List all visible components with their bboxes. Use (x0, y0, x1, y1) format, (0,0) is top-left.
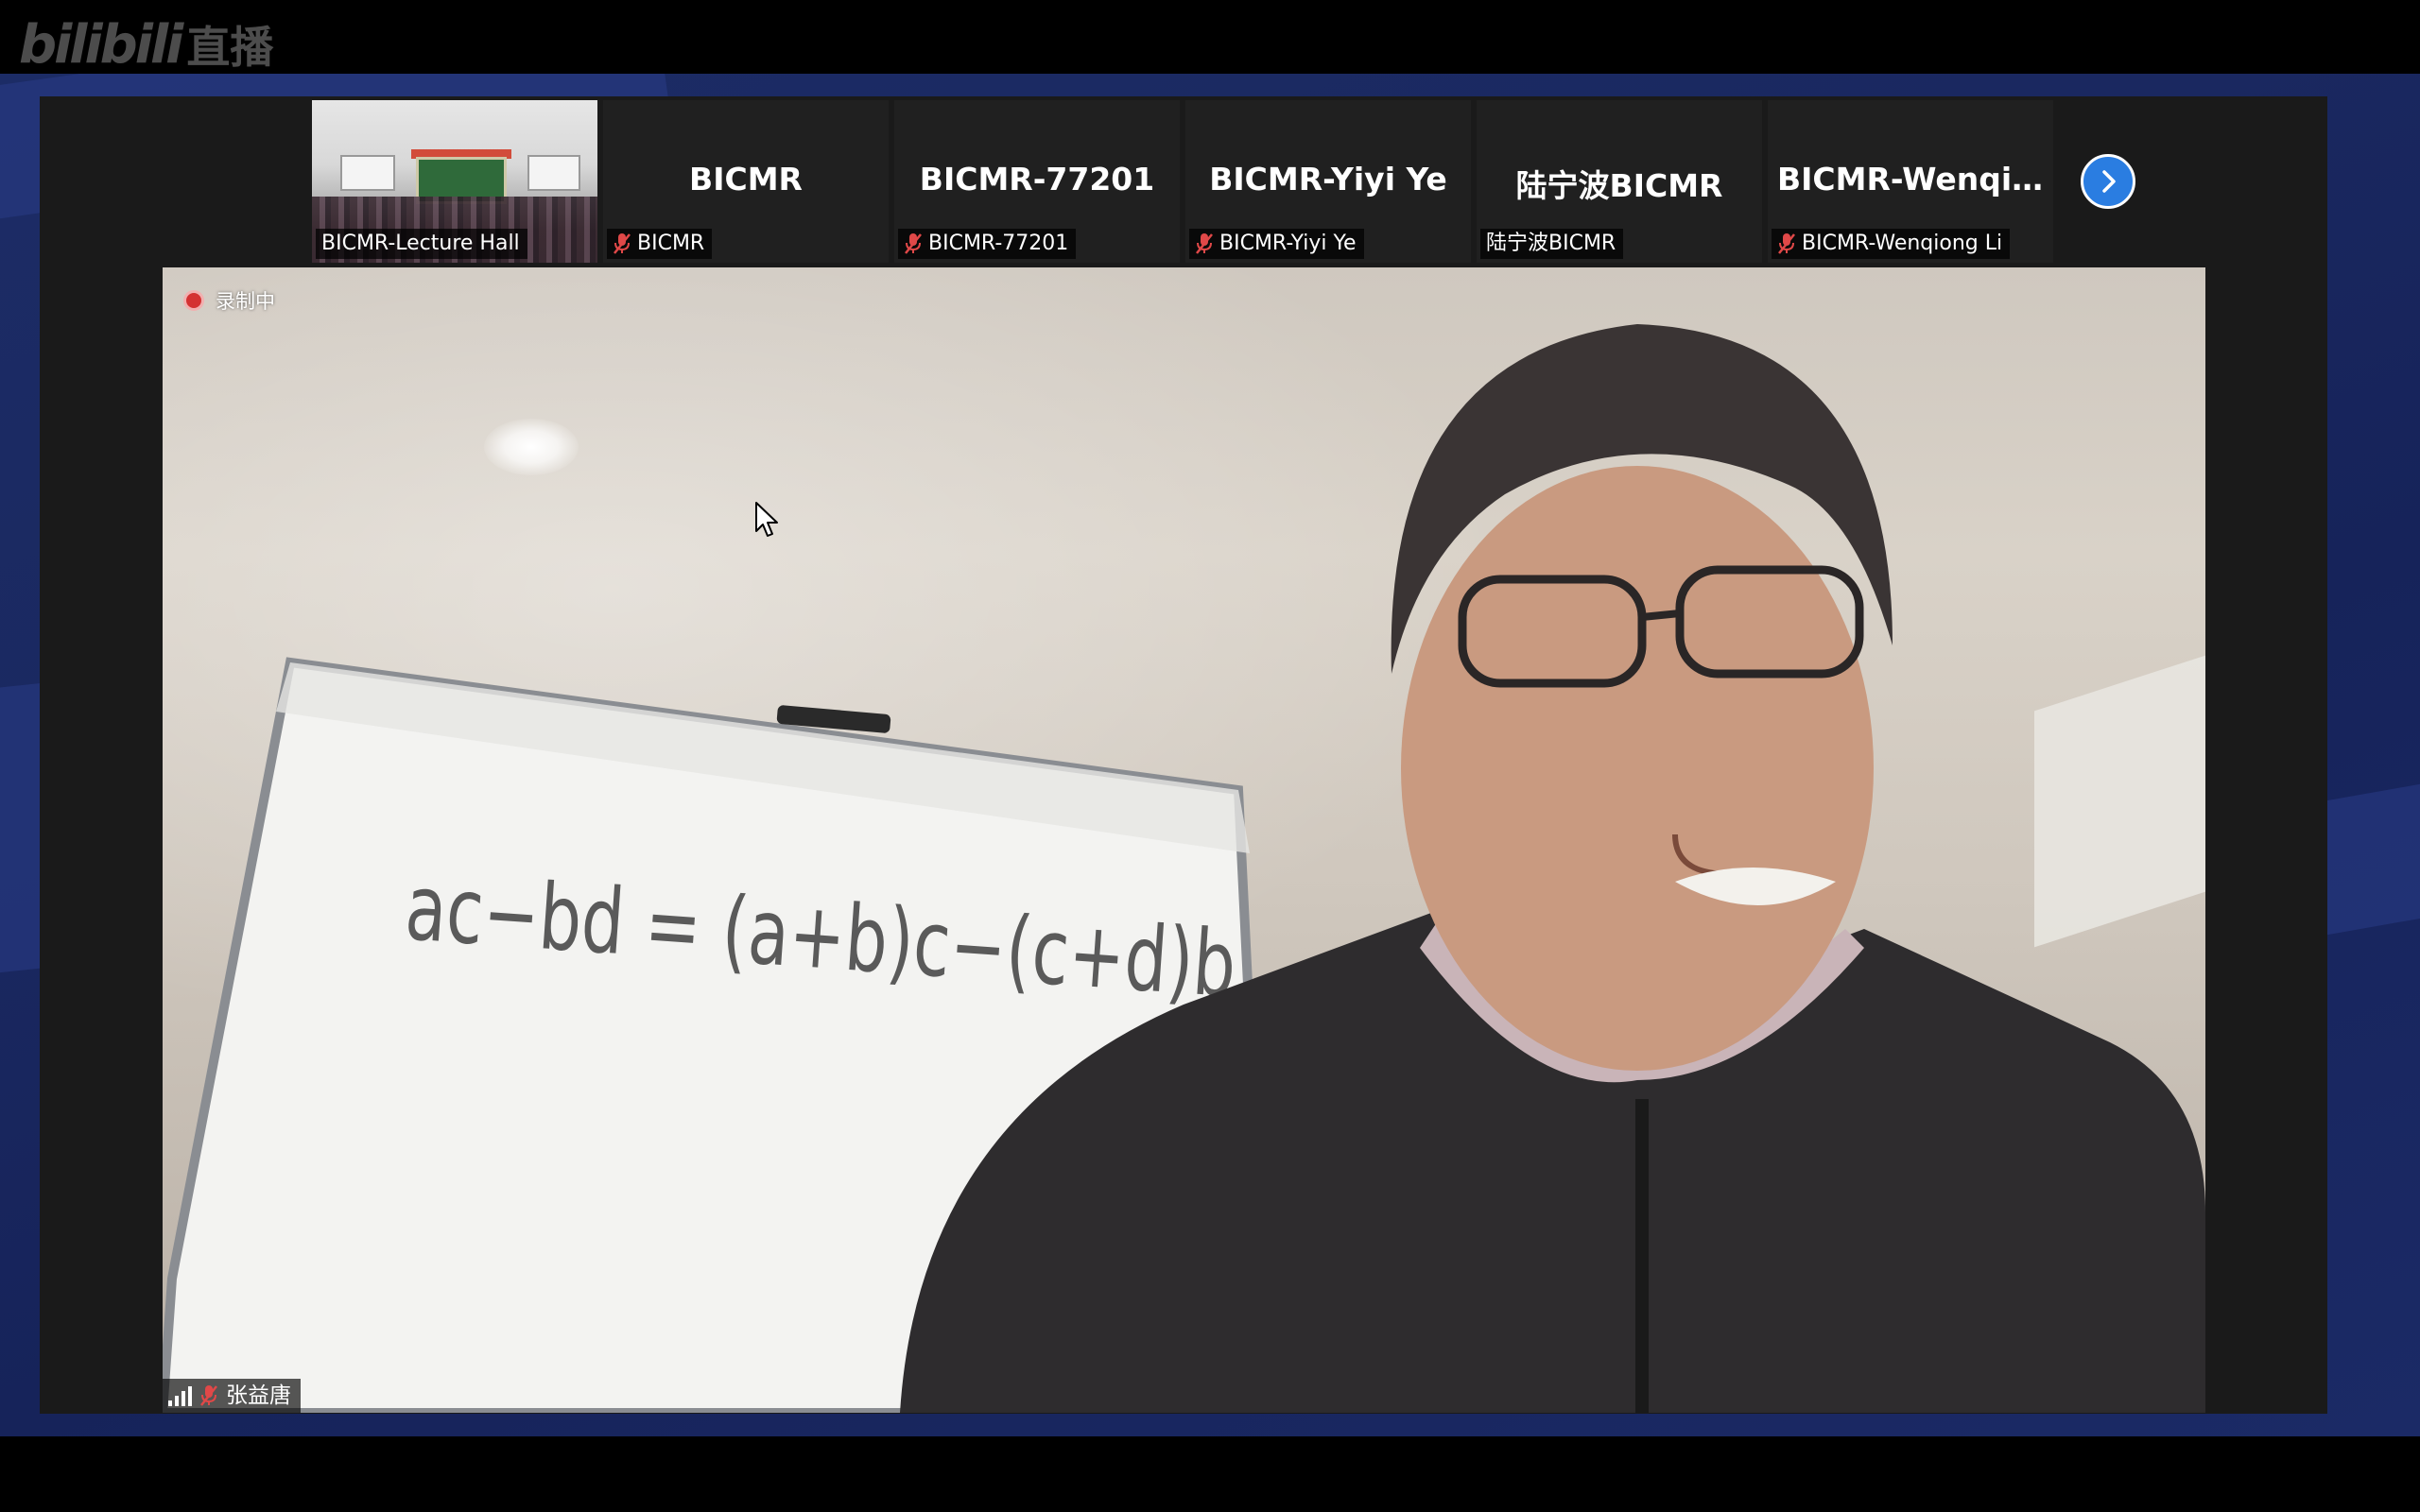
recording-text: 录制中 (216, 290, 275, 313)
participant-tile-lu-ningbo[interactable]: 陆宁波BICMR 陆宁波BICMR (1477, 100, 1762, 263)
participant-name: BICMR-77201 (919, 161, 1155, 198)
participant-label-text: 陆宁波BICMR (1486, 232, 1616, 255)
chevron-right-icon (2102, 170, 2116, 193)
participant-label: BICMR-Yiyi Ye (1189, 229, 1364, 259)
video-scene: ac−bd = (a+b)c−(c+d)b (163, 324, 2205, 1413)
watermark-suffix: 直播 (186, 22, 274, 73)
participant-label: BICMR-77201 (898, 229, 1077, 259)
active-speaker-video: ac−bd = (a+b)c−(c+d)b 录制中 张益唐 (163, 267, 2205, 1413)
participant-label-text: BICMR-77201 (928, 232, 1069, 255)
bilibili-live-watermark: bilibili 直播 (19, 17, 273, 74)
participant-tile-bicmr[interactable]: BICMR BICMR (603, 100, 889, 263)
participant-name: BICMR (689, 161, 803, 198)
participant-label: BICMR-Lecture Hall (316, 229, 527, 259)
recording-indicator: 录制中 (183, 286, 275, 315)
participant-label-text: BICMR-Lecture Hall (321, 232, 520, 255)
gallery-next-button[interactable] (2081, 154, 2135, 209)
participant-label: 陆宁波BICMR (1480, 229, 1624, 259)
signal-strength-icon (168, 1385, 192, 1406)
mic-muted-icon (200, 1385, 217, 1406)
mic-muted-icon (905, 233, 922, 254)
speaker-label: 张益唐 (163, 1379, 301, 1413)
mic-muted-icon (1196, 233, 1213, 254)
speaker-name: 张益唐 (226, 1383, 291, 1408)
recording-dot-icon (183, 290, 204, 311)
participant-label-text: BICMR (637, 232, 705, 255)
bottom-bar (0, 1436, 2420, 1512)
participant-tile-bicmr-77201[interactable]: BICMR-77201 BICMR-77201 (894, 100, 1180, 263)
participant-label: BICMR-Wenqiong Li (1772, 229, 2011, 259)
participant-name: BICMR-Wenqio... (1777, 161, 2053, 198)
participant-label: BICMR (607, 229, 713, 259)
mouse-cursor-icon (755, 502, 778, 537)
watermark-brand: bilibili (19, 14, 183, 76)
participant-gallery: BICMR-Lecture Hall BICMR BICMR BICMR-772… (312, 100, 2053, 263)
top-bar: bilibili 直播 (0, 0, 2420, 74)
mic-muted-icon (1778, 233, 1795, 254)
participant-label-text: BICMR-Wenqiong Li (1802, 232, 2003, 255)
participant-name: BICMR-Yiyi Ye (1209, 161, 1447, 198)
participant-tile-yiyi-ye[interactable]: BICMR-Yiyi Ye BICMR-Yiyi Ye (1185, 100, 1471, 263)
participant-label-text: BICMR-Yiyi Ye (1219, 232, 1357, 255)
speaker-head (1401, 466, 1874, 1071)
mic-muted-icon (614, 233, 631, 254)
participant-tile-lecture-hall[interactable]: BICMR-Lecture Hall (312, 100, 597, 263)
participant-tile-wenqiong-li[interactable]: BICMR-Wenqio... BICMR-Wenqiong Li (1768, 100, 2053, 263)
participant-name: 陆宁波BICMR (1515, 167, 1723, 204)
